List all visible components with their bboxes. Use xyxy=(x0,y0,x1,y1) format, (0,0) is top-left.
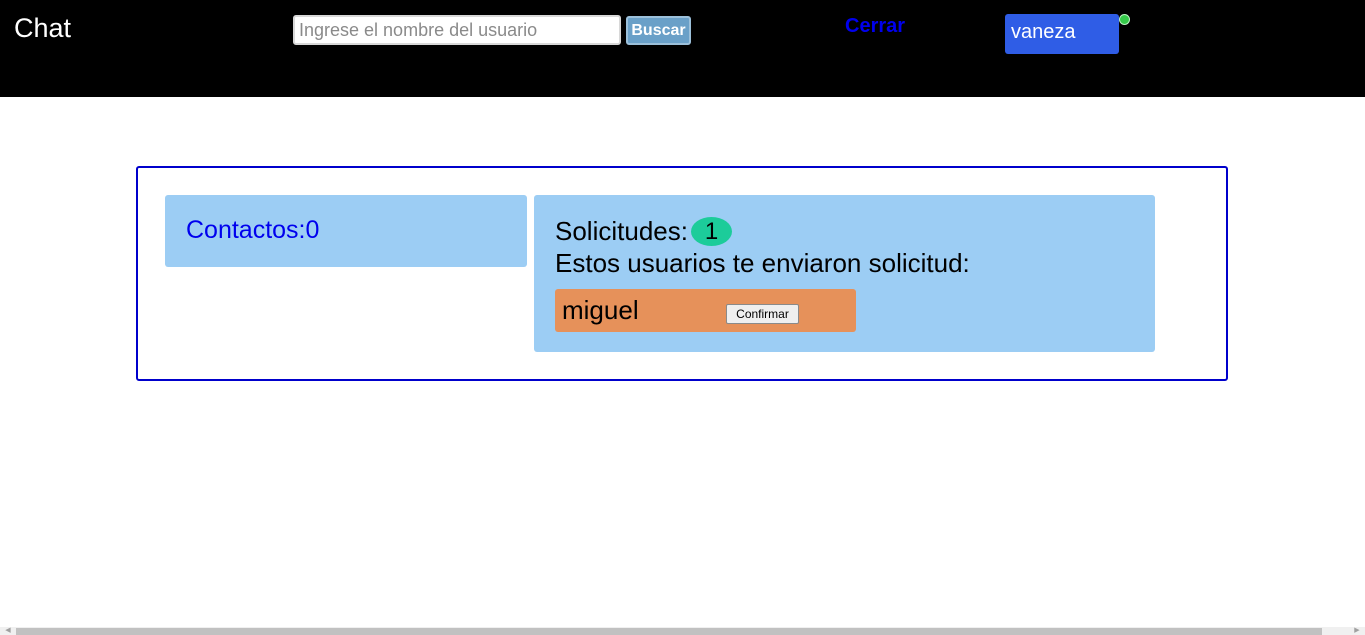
search-button[interactable]: Buscar xyxy=(626,16,691,45)
online-status-icon xyxy=(1119,14,1130,25)
horizontal-scrollbar[interactable]: ◀ ▶ xyxy=(0,627,1365,635)
logout-link[interactable]: Cerrar xyxy=(845,15,905,38)
contacts-panel: Contactos:0 xyxy=(165,195,527,267)
top-navbar: Chat Buscar Cerrar vaneza xyxy=(0,0,1365,97)
request-sender-name: miguel xyxy=(562,295,639,325)
requests-count-badge: 1 xyxy=(691,217,732,246)
requests-subtitle: Estos usuarios te enviaron solicitud: xyxy=(555,248,970,278)
scroll-right-arrow-icon[interactable]: ▶ xyxy=(1349,627,1365,635)
scrollbar-thumb[interactable] xyxy=(16,628,1322,635)
friend-requests-panel: Solicitudes: 1 Estos usuarios te enviaro… xyxy=(534,195,1155,352)
current-user-badge[interactable]: vaneza xyxy=(1005,14,1119,54)
contacts-count-link[interactable]: Contactos:0 xyxy=(186,216,319,245)
user-search-input[interactable] xyxy=(293,15,621,45)
request-list-item: miguel Confirmar xyxy=(555,289,856,332)
confirm-request-button[interactable]: Confirmar xyxy=(726,304,799,324)
requests-title: Solicitudes: xyxy=(555,216,688,246)
scroll-left-arrow-icon[interactable]: ◀ xyxy=(0,627,16,635)
app-title: Chat xyxy=(14,13,72,43)
